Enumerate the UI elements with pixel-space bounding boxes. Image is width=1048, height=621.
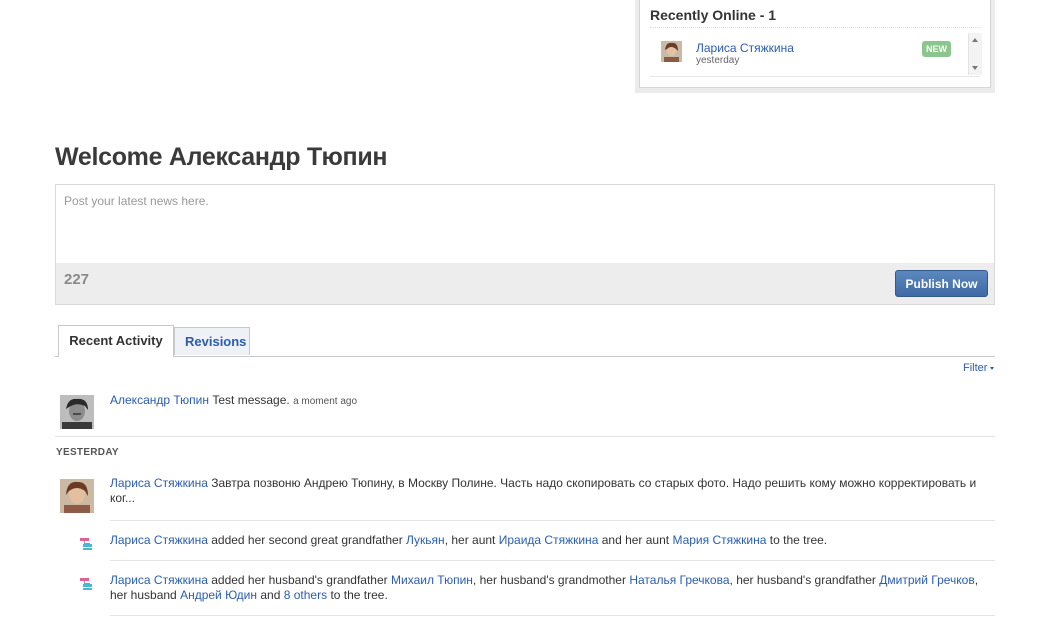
- divider: [110, 615, 995, 616]
- family-tree-icon: [79, 537, 95, 551]
- scrollbar[interactable]: [968, 33, 982, 75]
- activity-phrase: , her aunt: [444, 533, 496, 547]
- activity-item: Лариса Стяжкина added her second great g…: [55, 533, 995, 561]
- activity-phrase: added her husband's grandfather: [211, 573, 388, 587]
- divider: [110, 520, 995, 521]
- timestamp: a moment ago: [293, 396, 358, 407]
- divider: [650, 76, 980, 77]
- recently-online-panel: Recently Online - 1 Лариса Стяжкина yest…: [635, 0, 995, 93]
- person-link[interactable]: Мария Стяжкина: [672, 533, 766, 547]
- activity-phrase: added her second great grandfather: [211, 533, 403, 547]
- avatar[interactable]: [60, 395, 94, 429]
- user-link[interactable]: Лариса Стяжкина: [110, 476, 208, 490]
- activity-text: Александр Тюпин Test message. a moment a…: [110, 393, 985, 409]
- divider: [110, 560, 995, 561]
- activity-phrase: to the tree.: [330, 588, 388, 602]
- message-text: Завтра позвоню Андрею Тюпину, в Москву П…: [110, 476, 977, 505]
- avatar[interactable]: [60, 479, 94, 513]
- filter-label: Filter: [963, 362, 988, 374]
- recently-online-box: Recently Online - 1 Лариса Стяжкина yest…: [639, 0, 991, 88]
- online-user-item[interactable]: Лариса Стяжкина yesterday NEW: [650, 28, 970, 76]
- news-composer: 227 Publish Now: [55, 184, 995, 305]
- publish-button[interactable]: Publish Now: [895, 270, 988, 297]
- message-text: Test message.: [212, 393, 290, 407]
- user-link[interactable]: Лариса Стяжкина: [110, 533, 208, 547]
- caret-down-icon: [990, 366, 995, 370]
- family-tree-icon: [79, 577, 95, 591]
- user-link[interactable]: Лариса Стяжкина: [110, 573, 208, 587]
- activity-phrase: and her aunt: [601, 533, 670, 547]
- filter-dropdown[interactable]: Filter: [963, 362, 995, 374]
- person-link[interactable]: Лукьян: [406, 533, 445, 547]
- scroll-down-arrow-icon[interactable]: [972, 66, 978, 70]
- scroll-up-arrow-icon[interactable]: [972, 38, 978, 42]
- person-link[interactable]: Дмитрий Гречков: [879, 573, 974, 587]
- composer-footer: 227 Publish Now: [56, 263, 994, 304]
- section-heading-yesterday: YESTERDAY: [56, 447, 119, 458]
- person-link[interactable]: Михаил Тюпин: [391, 573, 473, 587]
- activity-phrase: , her husband's grandmother: [472, 573, 626, 587]
- avatar[interactable]: [661, 41, 682, 62]
- activity-item: Лариса Стяжкина Завтра позвоню Андрею Тю…: [55, 476, 995, 520]
- activity-text: Лариса Стяжкина Завтра позвоню Андрею Тю…: [110, 476, 985, 506]
- activity-phrase: to the tree.: [769, 533, 828, 547]
- activity-item: Александр Тюпин Test message. a moment a…: [55, 393, 995, 433]
- activity-phrase: and: [260, 588, 281, 602]
- activity-tabs: Recent Activity Revisions: [55, 325, 995, 357]
- recently-online-title: Recently Online - 1: [650, 7, 777, 23]
- divider: [55, 436, 995, 437]
- activity-text: Лариса Стяжкина added her husband's gran…: [110, 573, 985, 603]
- others-link[interactable]: 8 others: [284, 588, 327, 602]
- activity-text: Лариса Стяжкина added her second great g…: [110, 533, 985, 548]
- tab-recent-activity[interactable]: Recent Activity: [58, 325, 174, 357]
- person-link[interactable]: Андрей Юдин: [180, 588, 257, 602]
- tab-revisions[interactable]: Revisions: [174, 327, 250, 355]
- char-counter: 227: [64, 271, 90, 288]
- new-badge: NEW: [922, 41, 951, 57]
- person-link[interactable]: Наталья Гречкова: [629, 573, 729, 587]
- person-link[interactable]: Ираида Стяжкина: [499, 533, 599, 547]
- news-input[interactable]: [56, 185, 994, 263]
- activity-phrase: , her husband's grandfather: [729, 573, 876, 587]
- online-user-time: yesterday: [696, 55, 740, 66]
- online-user-name[interactable]: Лариса Стяжкина: [696, 41, 794, 55]
- activity-item: Лариса Стяжкина added her husband's gran…: [55, 573, 995, 617]
- user-link[interactable]: Александр Тюпин: [110, 393, 209, 407]
- page-title: Welcome Александр Тюпин: [55, 143, 388, 171]
